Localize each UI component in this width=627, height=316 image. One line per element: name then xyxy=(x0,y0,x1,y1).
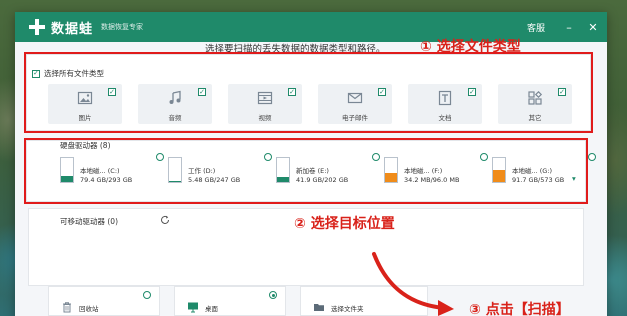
callout-step-3: ③ 点击【扫描】 xyxy=(469,302,570,316)
location-label: 回收站 xyxy=(79,305,99,313)
highlight-file-types xyxy=(24,52,593,133)
removable-section-label: 可移动驱动器 (0) xyxy=(60,217,119,226)
location-label: 桌面 xyxy=(205,305,218,313)
refresh-icon[interactable] xyxy=(160,215,170,225)
drive-radio[interactable] xyxy=(588,153,596,161)
location-desktop[interactable]: 桌面 xyxy=(174,286,286,316)
close-button[interactable]: ✕ xyxy=(583,17,603,37)
red-arrow-graphic xyxy=(372,252,454,316)
location-radio[interactable] xyxy=(269,291,277,299)
app-name: 数据蛙 xyxy=(51,21,94,37)
folder-icon xyxy=(314,304,324,311)
location-recycle-bin[interactable]: 回收站 xyxy=(48,286,160,316)
location-label: 选择文件夹 xyxy=(331,305,364,313)
app-subtitle: 数据恢复专家 xyxy=(101,23,144,31)
callout-step-1: ① 选择文件类型 xyxy=(420,39,521,55)
desktop-icon xyxy=(188,302,198,313)
highlight-drives xyxy=(24,138,588,204)
app-logo-icon xyxy=(27,17,47,37)
callout-step-2: ② 选择目标位置 xyxy=(294,216,395,232)
minimize-button[interactable]: – xyxy=(559,17,579,37)
location-radio[interactable] xyxy=(143,291,151,299)
trash-icon xyxy=(63,302,71,313)
support-link[interactable]: 客服 xyxy=(527,21,545,34)
